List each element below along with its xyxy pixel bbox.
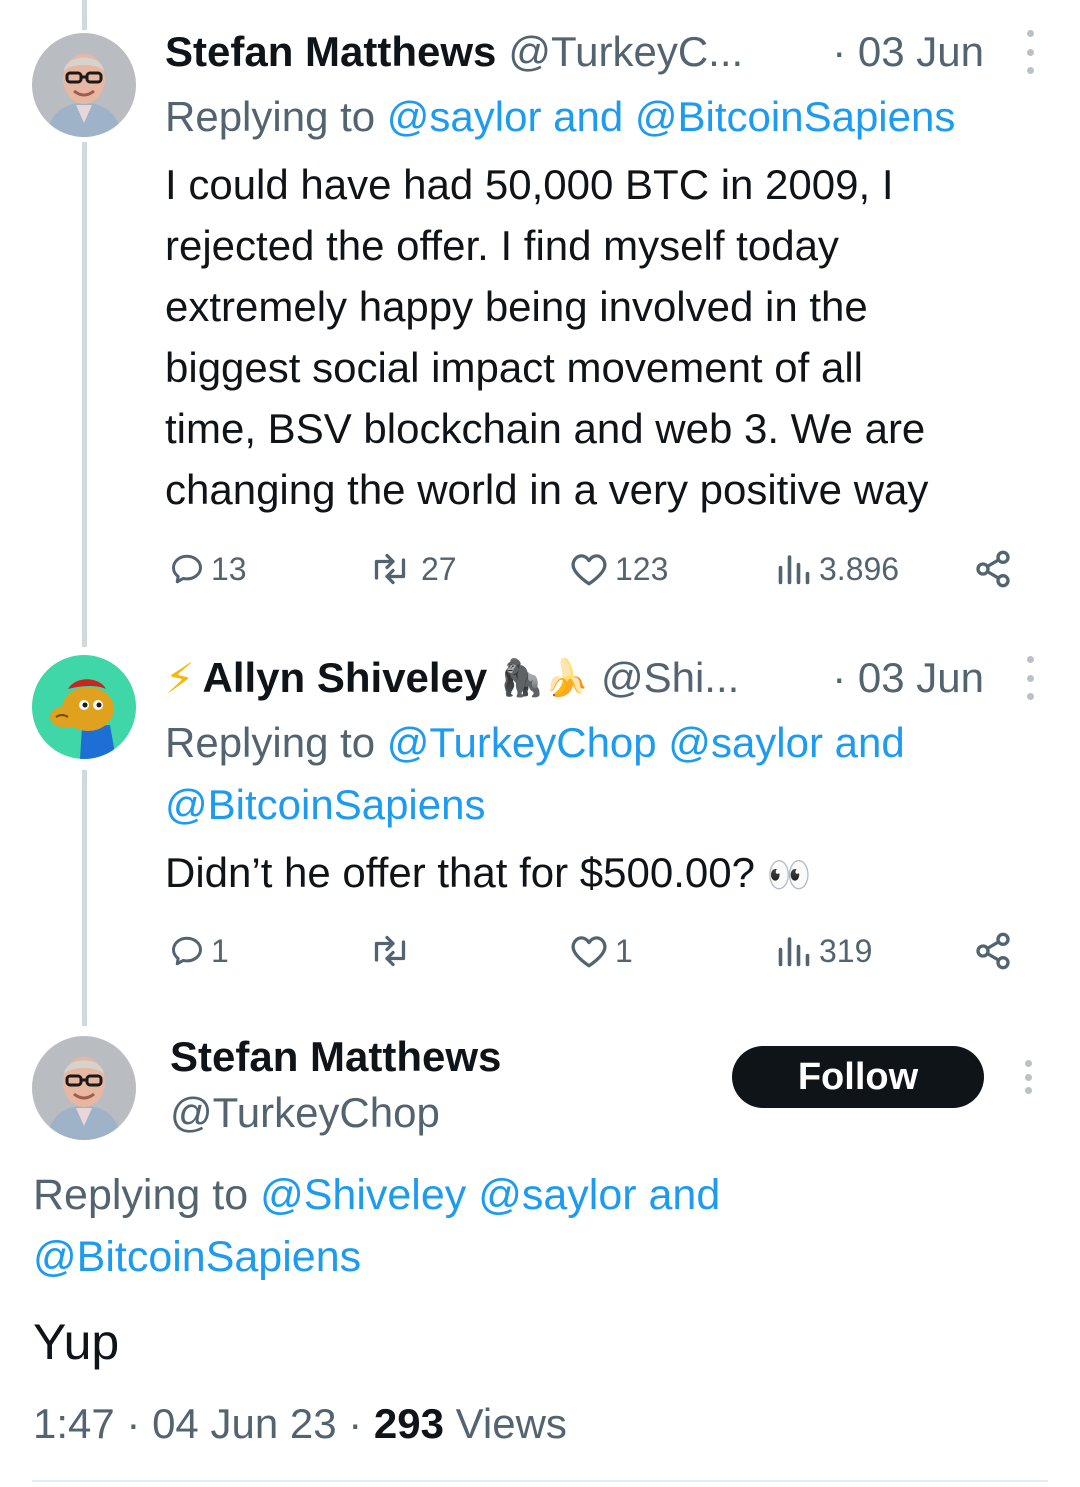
replying-links[interactable]: @TurkeyChop @saylor and bbox=[387, 719, 905, 766]
tweet-date[interactable]: · 03 Jun bbox=[832, 654, 984, 702]
tweet-time[interactable]: 1:47 · 04 Jun 23 · bbox=[33, 1400, 374, 1447]
views-count: 293 bbox=[373, 1400, 444, 1447]
tweet-body-line: biggest social impact movement of all bbox=[165, 344, 863, 391]
replying-to: Replying to @Shiveley @saylor and @Bitco… bbox=[33, 1164, 720, 1288]
share-button[interactable] bbox=[973, 926, 1013, 976]
replying-to: Replying to @saylor and @BitcoinSapiens bbox=[165, 86, 1050, 148]
retweet-button[interactable] bbox=[365, 926, 421, 976]
reply-count: 1 bbox=[211, 932, 229, 969]
author-name[interactable]: Stefan Matthews bbox=[170, 1030, 501, 1084]
thread-connector-line bbox=[82, 0, 87, 30]
replying-prefix: Replying to bbox=[165, 93, 387, 140]
like-button[interactable]: 123 bbox=[569, 544, 668, 594]
tweet-body-line: changing the world in a very positive wa… bbox=[165, 466, 929, 513]
like-count: 1 bbox=[615, 932, 633, 969]
tweet-header: ⚡ Allyn Shiveley 🦍🍌 @Shi... · 03 Jun bbox=[165, 648, 1040, 708]
tweet-date[interactable]: · 03 Jun bbox=[832, 28, 984, 76]
author-emojis: 🦍🍌 bbox=[499, 657, 589, 698]
replying-to: Replying to @TurkeyChop @saylor and @Bit… bbox=[165, 712, 1050, 836]
heart-icon bbox=[571, 936, 607, 968]
eyes-emoji: 👀 bbox=[766, 854, 812, 895]
tweet-actions: 1 1 319 bbox=[165, 926, 1025, 976]
follow-button[interactable]: Follow bbox=[732, 1046, 984, 1108]
retweet-icon bbox=[374, 935, 406, 967]
tweet-body-text: Didn’t he offer that for $500.00? bbox=[165, 849, 767, 896]
replying-prefix: Replying to bbox=[33, 1171, 261, 1219]
reply-icon bbox=[172, 936, 202, 966]
views-icon bbox=[778, 555, 810, 585]
heart-icon bbox=[571, 554, 607, 586]
tweet-timestamp: 1:47 · 04 Jun 23 · 293 Views bbox=[33, 1396, 567, 1452]
author-handle[interactable]: @TurkeyC... bbox=[508, 28, 743, 76]
author-name[interactable]: Stefan Matthews bbox=[165, 28, 496, 76]
views-button[interactable]: 319 bbox=[775, 926, 872, 976]
more-options-icon[interactable] bbox=[1018, 1060, 1038, 1094]
divider bbox=[32, 1480, 1048, 1482]
tweet-body-line: I could have had 50,000 BTC in 2009, I bbox=[165, 161, 894, 208]
tweet-body-line: rejected the offer. I find myself today bbox=[165, 222, 839, 269]
reply-button[interactable]: 1 bbox=[169, 926, 229, 976]
reply-icon bbox=[172, 554, 202, 584]
tweet-body: Didn’t he offer that for $500.00? 👀 bbox=[165, 842, 1040, 905]
views-icon bbox=[778, 937, 810, 967]
replying-links[interactable]: @Shiveley @saylor and bbox=[260, 1171, 720, 1219]
avatar-stefan-matthews[interactable] bbox=[32, 33, 136, 137]
retweet-icon bbox=[374, 553, 406, 585]
views-label: Views bbox=[443, 1400, 567, 1447]
share-icon bbox=[976, 550, 1010, 588]
reply-button[interactable]: 13 bbox=[169, 544, 247, 594]
avatar-allyn-shiveley[interactable] bbox=[32, 655, 136, 759]
replying-links[interactable]: @BitcoinSapiens bbox=[165, 781, 485, 828]
tweet-body-line: extremely happy being involved in the bbox=[165, 283, 868, 330]
replying-links[interactable]: @BitcoinSapiens bbox=[33, 1233, 361, 1281]
author-name[interactable]: Allyn Shiveley bbox=[203, 654, 488, 702]
views-count: 319 bbox=[819, 932, 873, 969]
thread-connector-line bbox=[82, 770, 87, 1026]
tweet-body-line: time, BSV blockchain and web 3. We are bbox=[165, 405, 926, 452]
tweet-body: Yup bbox=[33, 1314, 120, 1370]
avatar-stefan-matthews[interactable] bbox=[32, 1036, 136, 1140]
tweet-actions: 13 27 123 3.896 bbox=[165, 544, 1025, 594]
tweet-header: Stefan Matthews @TurkeyC... · 03 Jun bbox=[165, 22, 1040, 82]
views-button[interactable]: 3.896 bbox=[775, 544, 899, 594]
replying-prefix: Replying to bbox=[165, 719, 387, 766]
author-handle[interactable]: @TurkeyChop bbox=[170, 1086, 440, 1140]
share-button[interactable] bbox=[973, 544, 1013, 594]
more-options-icon[interactable] bbox=[1020, 656, 1040, 700]
tweet-body: I could have had 50,000 BTC in 2009, I r… bbox=[165, 154, 1040, 520]
thread-connector-line bbox=[82, 142, 87, 647]
like-button[interactable]: 1 bbox=[569, 926, 633, 976]
share-icon bbox=[976, 932, 1010, 970]
retweet-button[interactable]: 27 bbox=[365, 544, 457, 594]
views-count: 3.896 bbox=[819, 550, 900, 587]
reply-count: 13 bbox=[211, 550, 247, 587]
author-handle[interactable]: @Shi... bbox=[601, 654, 739, 702]
retweet-count: 27 bbox=[421, 550, 457, 587]
like-count: 123 bbox=[615, 550, 669, 587]
replying-links[interactable]: @saylor and @BitcoinSapiens bbox=[387, 93, 956, 140]
more-options-icon[interactable] bbox=[1020, 30, 1040, 74]
lightning-icon: ⚡ bbox=[165, 654, 195, 702]
